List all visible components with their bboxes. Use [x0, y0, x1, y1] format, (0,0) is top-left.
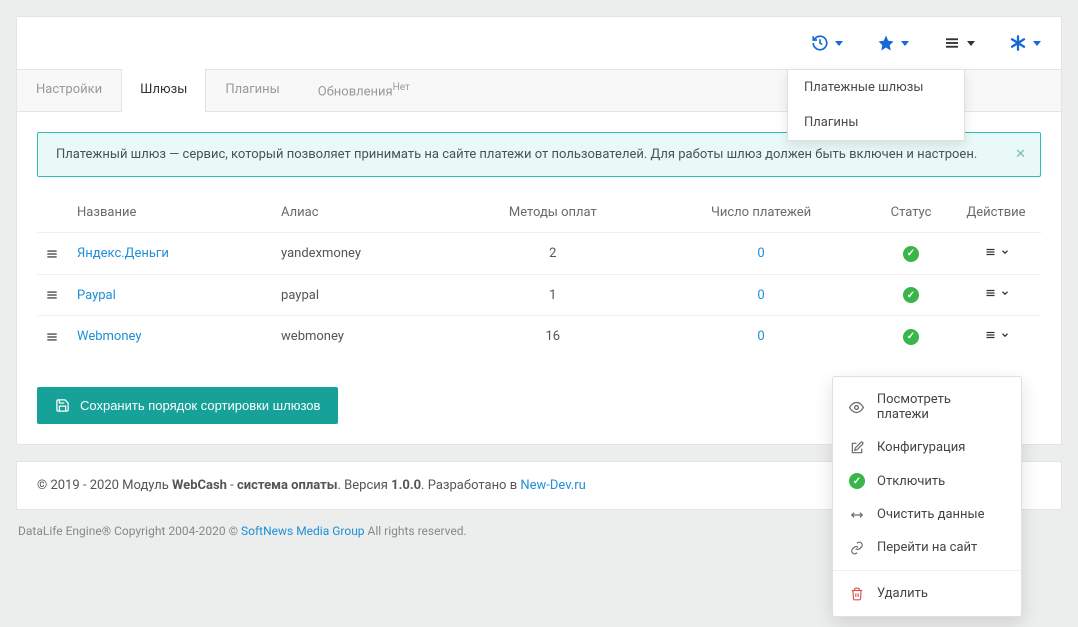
table-row: Paypal paypal 1 0: [37, 274, 1041, 316]
gateway-alias: yandexmoney: [273, 233, 454, 275]
gateway-payments-link[interactable]: 0: [757, 246, 764, 261]
gateway-methods: 16: [455, 316, 652, 357]
topbar: Платежные шлюзы Плагины: [17, 17, 1061, 69]
tab-gateways[interactable]: Шлюзы: [121, 69, 206, 112]
drag-handle[interactable]: [37, 274, 69, 316]
th-payments: Число платежей: [651, 193, 871, 233]
alert-text: Платежный шлюз — сервис, который позволя…: [56, 147, 977, 162]
asterisk-icon: [1009, 34, 1027, 52]
list-menu[interactable]: [943, 34, 975, 52]
tab-settings[interactable]: Настройки: [17, 70, 121, 111]
th-status: Статус: [871, 193, 951, 233]
status-ok-icon: [903, 287, 919, 303]
gateway-payments-link[interactable]: 0: [757, 329, 764, 344]
cm-delete[interactable]: Удалить: [833, 577, 1021, 610]
gateway-payments-link[interactable]: 0: [757, 288, 764, 303]
history-icon: [811, 34, 829, 52]
history-menu[interactable]: [811, 34, 843, 52]
row-context-menu: Посмотреть платежи Конфигурация Отключит…: [832, 376, 1022, 617]
gateway-alias: paypal: [273, 274, 454, 316]
gateway-name-link[interactable]: Webmoney: [77, 329, 142, 344]
gateway-methods: 1: [455, 274, 652, 316]
row-action-menu[interactable]: [983, 287, 1010, 299]
gateway-name-link[interactable]: Paypal: [77, 288, 116, 303]
gateway-methods: 2: [455, 233, 652, 275]
dev-link[interactable]: New-Dev.ru: [520, 478, 586, 493]
tab-updates[interactable]: ОбновленияНет: [299, 70, 429, 111]
gateway-alias: webmoney: [273, 316, 454, 357]
tab-updates-sup: Нет: [393, 82, 410, 93]
gateways-table: Название Алиас Методы оплат Число платеж…: [37, 193, 1041, 357]
save-icon: [55, 398, 70, 413]
table-row: Webmoney webmoney 16 0: [37, 316, 1041, 357]
link-icon: [849, 541, 865, 555]
check-circle-icon: [849, 473, 865, 489]
cm-disable[interactable]: Отключить: [833, 464, 1021, 498]
row-action-menu[interactable]: [983, 246, 1010, 258]
th-action: Действие: [951, 193, 1041, 233]
list-icon: [943, 34, 961, 52]
edit-icon: [849, 441, 865, 455]
tab-plugins[interactable]: Плагины: [206, 70, 298, 111]
status-ok-icon: [903, 329, 919, 345]
cm-clear[interactable]: Очистить данные: [833, 498, 1021, 531]
dropdown-item-gateways[interactable]: Платежные шлюзы: [788, 70, 964, 105]
table-row: Яндекс.Деньги yandexmoney 2 0: [37, 233, 1041, 275]
favorites-menu[interactable]: [877, 34, 909, 52]
trash-icon: [849, 587, 865, 601]
cm-view-payments[interactable]: Посмотреть платежи: [833, 383, 1021, 431]
star-icon: [877, 34, 895, 52]
softnews-link[interactable]: SoftNews Media Group: [241, 524, 365, 538]
eye-icon: [849, 400, 865, 415]
th-methods: Методы оплат: [455, 193, 652, 233]
save-button-label: Сохранить порядок сортировки шлюзов: [80, 398, 320, 413]
tab-updates-label: Обновления: [318, 84, 393, 99]
caret-down-icon: [901, 41, 909, 46]
alert-close[interactable]: ✕: [1015, 147, 1026, 162]
context-menu-divider: [833, 570, 1021, 571]
list-dropdown: Платежные шлюзы Плагины: [787, 69, 965, 141]
drag-handle[interactable]: [37, 233, 69, 275]
drag-handle[interactable]: [37, 316, 69, 357]
caret-down-icon: [967, 41, 975, 46]
save-order-button[interactable]: Сохранить порядок сортировки шлюзов: [37, 387, 338, 424]
settings-menu[interactable]: [1009, 34, 1041, 52]
cm-config[interactable]: Конфигурация: [833, 431, 1021, 464]
th-name: Название: [69, 193, 273, 233]
caret-down-icon: [835, 41, 843, 46]
caret-down-icon: [1033, 41, 1041, 46]
dropdown-item-plugins[interactable]: Плагины: [788, 105, 964, 140]
row-action-menu[interactable]: [983, 329, 1010, 341]
cm-goto[interactable]: Перейти на сайт: [833, 531, 1021, 564]
status-ok-icon: [903, 246, 919, 262]
recycle-icon: [849, 508, 865, 522]
gateway-name-link[interactable]: Яндекс.Деньги: [77, 246, 169, 261]
th-alias: Алиас: [273, 193, 454, 233]
